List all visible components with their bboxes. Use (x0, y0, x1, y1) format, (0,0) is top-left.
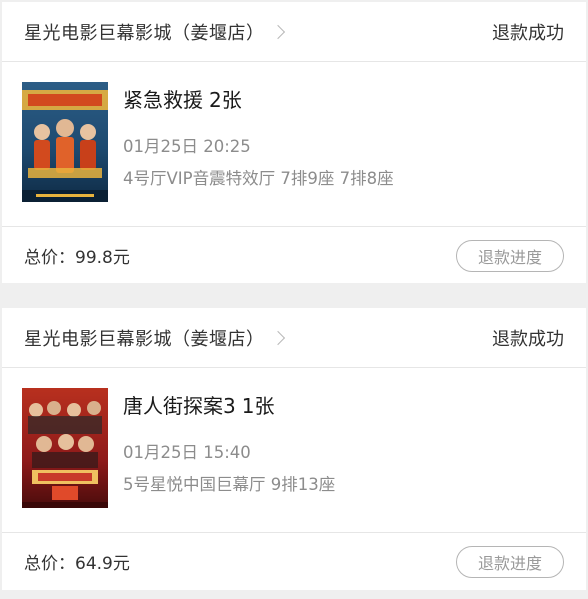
ticket-count: 2张 (209, 88, 242, 112)
refund-status: 退款成功 (492, 328, 564, 350)
total-price: 总价：64.9元 (24, 554, 130, 574)
cinema-link[interactable]: 星光电影巨幕影城（姜堰店） (24, 325, 285, 351)
refund-progress-button[interactable]: 退款进度 (456, 239, 564, 272)
refund-status: 退款成功 (492, 22, 564, 44)
chevron-right-icon (270, 330, 285, 345)
ticket-count: 1张 (241, 394, 275, 418)
movie-title-line: 紧急救援 2张 (123, 86, 576, 114)
total-price: 总价：99.8元 (24, 248, 130, 268)
order-header[interactable]: 星光电影巨幕影城（姜堰店） 退款成功 (2, 2, 586, 62)
hall-seats: 5号星悦中国巨幕厅 9排13座 (123, 475, 336, 494)
show-time: 01月25日 15:40 (123, 443, 251, 462)
hall-seats: 4号厅VIP音震特效厅 7排9座 7排8座 (123, 169, 394, 188)
cinema-link[interactable]: 星光电影巨幕影城（姜堰店） (24, 19, 285, 45)
show-time: 01月25日 20:25 (123, 137, 251, 156)
movie-title: 紧急救援 (123, 88, 203, 112)
order-card[interactable]: 星光电影巨幕影城（姜堰店） 退款成功 (2, 308, 586, 590)
movie-poster (22, 388, 108, 508)
cinema-name: 星光电影巨幕影城（姜堰店） (24, 328, 265, 350)
cinema-name: 星光电影巨幕影城（姜堰店） (24, 22, 265, 44)
movie-title: 唐人街探案3 (123, 394, 236, 418)
order-footer: 总价：99.8元 退款进度 (2, 227, 586, 284)
movie-poster (22, 82, 108, 202)
order-header[interactable]: 星光电影巨幕影城（姜堰店） 退款成功 (2, 308, 586, 368)
order-body[interactable]: 紧急救援 2张 01月25日 20:25 4号厅VIP音震特效厅 7排9座 7排8… (2, 62, 586, 227)
order-card[interactable]: 星光电影巨幕影城（姜堰店） 退款成功 (2, 2, 586, 283)
order-footer: 总价：64.9元 退款进度 (2, 533, 586, 590)
movie-title-line: 唐人街探案3 1张 (123, 392, 576, 420)
order-body[interactable]: 唐人街探案3 1张 01月25日 15:40 5号星悦中国巨幕厅 9排13座 (2, 368, 586, 533)
chevron-right-icon (270, 24, 285, 39)
refund-progress-button[interactable]: 退款进度 (456, 545, 564, 578)
